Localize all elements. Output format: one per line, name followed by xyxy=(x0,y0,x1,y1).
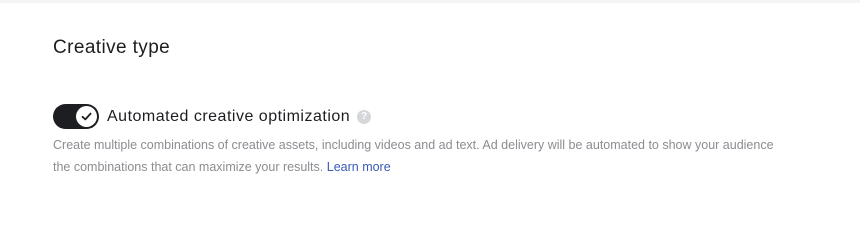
top-divider xyxy=(0,0,860,3)
description-body: Create multiple combinations of creative… xyxy=(53,138,774,174)
automated-optimization-row: Automated creative optimization ? xyxy=(53,104,372,129)
checkmark-icon xyxy=(81,112,92,121)
question-mark-icon[interactable]: ? xyxy=(357,109,372,124)
section-title: Creative type xyxy=(53,37,171,58)
toggle-knob xyxy=(76,106,97,127)
automated-optimization-toggle[interactable] xyxy=(53,104,99,129)
learn-more-link[interactable]: Learn more xyxy=(327,160,391,174)
creative-type-card: Creative type Automated creative optimiz… xyxy=(0,0,860,212)
description-text: Create multiple combinations of creative… xyxy=(53,134,793,178)
toggle-label: Automated creative optimization xyxy=(107,107,351,125)
